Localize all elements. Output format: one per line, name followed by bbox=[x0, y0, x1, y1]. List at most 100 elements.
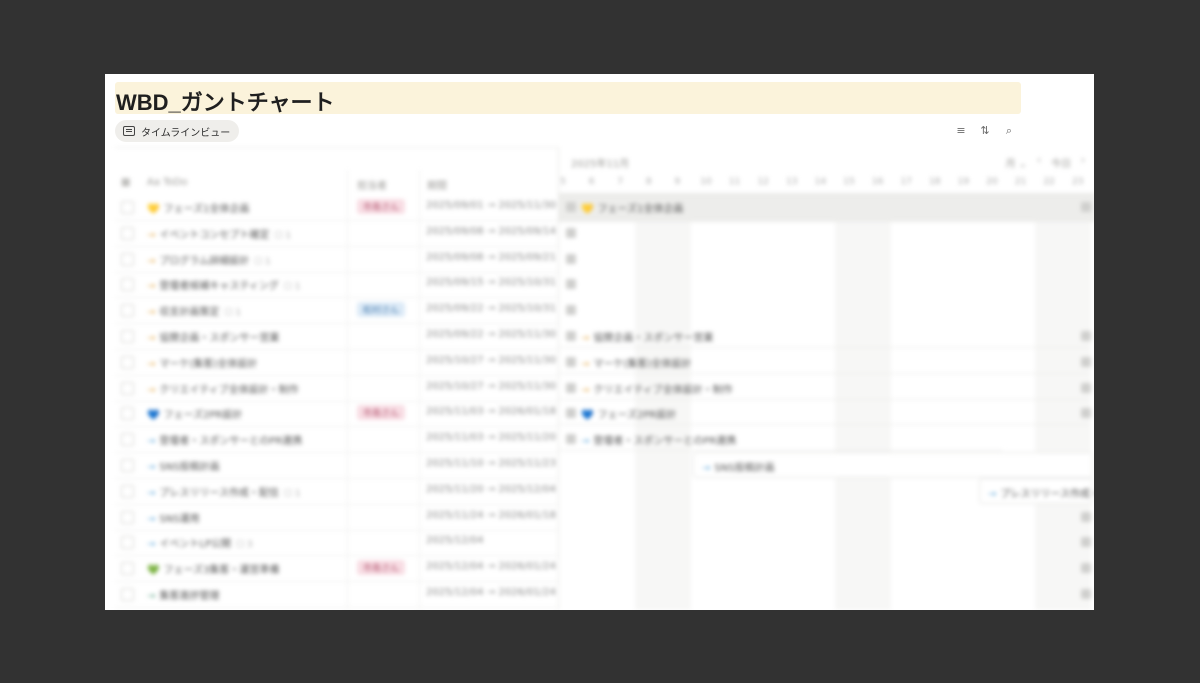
row-period[interactable]: 2025/11/24 → 2026/01/18 bbox=[426, 510, 556, 521]
open-page-icon[interactable] bbox=[1081, 589, 1091, 599]
open-page-icon[interactable] bbox=[1081, 511, 1091, 522]
row-period[interactable]: 2025/10/27 → 2025/11/30 bbox=[426, 355, 556, 366]
scale-dropdown[interactable]: 月 ⌄ bbox=[1005, 155, 1027, 170]
table-row[interactable]: → 収支計画策定 ☐ 1 松村さん 2025/09/22 → 2025/10/31 bbox=[115, 297, 558, 325]
row-checkbox[interactable] bbox=[121, 484, 134, 498]
table-row[interactable]: 💛 フェーズ1全体企画 市島さん 2025/09/01 → 2025/11/30 bbox=[115, 194, 558, 221]
row-title[interactable]: → SNS投稿計画 bbox=[147, 458, 220, 473]
row-period[interactable]: 2025/12/04 → 2026/01/24 bbox=[426, 587, 556, 598]
open-page-icon[interactable] bbox=[1081, 537, 1091, 548]
owner-tag[interactable]: 市島さん bbox=[357, 560, 406, 576]
row-title[interactable]: → プログラム詳細設計 ☐ 1 bbox=[147, 252, 271, 267]
row-period[interactable]: 2025/09/22 → 2025/11/30 bbox=[426, 329, 556, 340]
table-row[interactable]: → イベントコンセプト確定 ☐ 1 2025/09/08 → 2025/09/14 bbox=[115, 220, 558, 247]
row-title[interactable]: → 収支計画策定 ☐ 1 bbox=[147, 303, 241, 318]
open-page-icon[interactable] bbox=[1081, 356, 1091, 367]
table-row[interactable]: → 協賛企画・スポンサー営業 2025/09/22 → 2025/11/30 bbox=[115, 323, 558, 350]
row-period[interactable]: 2025/09/01 → 2025/11/30 bbox=[426, 200, 556, 211]
row-title[interactable]: → 登壇者候補キャスティング ☐ 1 bbox=[147, 277, 300, 292]
row-checkbox[interactable] bbox=[121, 201, 134, 214]
row-title[interactable]: → 登壇者・スポンサーとのPR連携 bbox=[147, 432, 302, 447]
row-checkbox[interactable] bbox=[121, 381, 134, 395]
next-button[interactable]: › bbox=[1081, 155, 1085, 170]
row-period[interactable]: 2025/09/08 → 2025/09/21 bbox=[426, 252, 556, 263]
table-row[interactable]: → プログラム詳細設計 ☐ 1 2025/09/08 → 2025/09/21 bbox=[115, 246, 558, 273]
open-page-icon[interactable] bbox=[566, 382, 576, 393]
row-period[interactable]: 2025/10/27 → 2025/11/30 bbox=[426, 381, 556, 392]
table-row[interactable]: → SNS運用 2025/11/24 → 2026/01/18 bbox=[115, 504, 558, 531]
prev-button[interactable]: ‹ bbox=[1037, 155, 1041, 170]
open-page-icon[interactable] bbox=[1081, 382, 1091, 393]
open-page-icon[interactable] bbox=[566, 253, 576, 264]
row-title[interactable]: 💙 フェーズ2PR設計 bbox=[147, 406, 242, 421]
today-button[interactable]: 今日 bbox=[1051, 155, 1071, 170]
row-checkbox[interactable] bbox=[121, 278, 134, 292]
row-checkbox[interactable] bbox=[121, 355, 134, 369]
row-period[interactable]: 2025/09/08 → 2025/09/14 bbox=[426, 226, 556, 237]
open-page-icon[interactable] bbox=[566, 356, 576, 367]
open-page-icon[interactable] bbox=[566, 279, 576, 290]
row-period[interactable]: 2025/11/03 → 2025/11/20 bbox=[426, 432, 556, 443]
page-title[interactable]: WBD_ガントチャート bbox=[116, 85, 335, 117]
row-checkbox[interactable] bbox=[121, 562, 134, 576]
row-title[interactable]: → マーケ(集客)全体設計 bbox=[147, 355, 257, 370]
row-title[interactable]: → 協賛企画・スポンサー営業 bbox=[147, 329, 279, 344]
row-checkbox[interactable] bbox=[121, 304, 134, 318]
open-page-icon[interactable] bbox=[566, 408, 576, 419]
row-checkbox[interactable] bbox=[121, 510, 134, 524]
row-checkbox[interactable] bbox=[121, 252, 134, 266]
column-header-period[interactable]: 期間 bbox=[427, 177, 447, 192]
timeline-bar[interactable]: →プレスリリース作成・配信 bbox=[979, 477, 1094, 504]
table-row[interactable]: 💚 フェーズ3集客・運営準備 市島さん 2025/12/04 → 2026/01/24 bbox=[115, 555, 558, 583]
open-page-icon[interactable] bbox=[1081, 563, 1091, 574]
owner-tag[interactable]: 市島さん bbox=[357, 405, 406, 421]
sort-icon[interactable]: ⇅ bbox=[978, 124, 992, 138]
row-title[interactable]: → イベントコンセプト確定 ☐ 1 bbox=[147, 226, 291, 241]
table-row[interactable]: → SNS投稿計画 2025/11/10 → 2025/11/23 bbox=[115, 452, 558, 479]
open-page-icon[interactable] bbox=[566, 305, 576, 316]
column-header-owner[interactable]: 担当者 bbox=[357, 177, 387, 192]
table-row[interactable]: → 登壇者候補キャスティング ☐ 1 2025/09/15 → 2025/10/31 bbox=[115, 271, 558, 299]
row-title[interactable]: → プレスリリース作成・配信 ☐ 1 bbox=[147, 484, 301, 499]
table-row[interactable]: → クリエイティブ全体設計・制作 2025/10/27 → 2025/11/30 bbox=[115, 375, 558, 402]
table-row[interactable]: → イベントLP公開 ☐ 3 2025/12/04 bbox=[115, 529, 558, 557]
open-page-icon[interactable] bbox=[1081, 331, 1091, 341]
owner-tag[interactable]: 松村さん bbox=[357, 302, 406, 318]
row-title[interactable]: 💚 フェーズ3集客・運営準備 bbox=[147, 561, 279, 576]
row-checkbox[interactable] bbox=[121, 407, 134, 421]
row-period[interactable]: 2025/12/04 → 2026/01/24 bbox=[426, 561, 556, 572]
select-all-checkbox[interactable]: ▦ bbox=[121, 177, 130, 188]
owner-tag[interactable]: 市島さん bbox=[357, 199, 406, 214]
open-page-icon[interactable] bbox=[1081, 408, 1091, 419]
table-row[interactable]: → 登壇者・スポンサーとのPR連携 2025/11/03 → 2025/11/20 bbox=[115, 426, 558, 454]
table-row[interactable]: → プレスリリース作成・配信 ☐ 1 2025/11/20 → 2025/12/04 bbox=[115, 478, 558, 505]
row-title[interactable]: → SNS運用 bbox=[147, 510, 200, 525]
row-period[interactable]: 2025/11/10 → 2025/11/23 bbox=[426, 458, 556, 469]
table-row[interactable]: 💙 フェーズ2PR設計 市島さん 2025/11/03 → 2026/01/18 bbox=[115, 400, 558, 428]
row-period[interactable]: 2025/09/22 → 2025/10/31 bbox=[426, 303, 556, 314]
row-title[interactable]: → 集客進捗管理 bbox=[147, 587, 219, 602]
open-page-icon[interactable] bbox=[566, 434, 576, 445]
row-title[interactable]: → イベントLP公開 ☐ 3 bbox=[147, 535, 253, 550]
row-checkbox[interactable] bbox=[121, 226, 134, 240]
table-row[interactable]: → マーケ(集客)全体設計 2025/10/27 → 2025/11/30 bbox=[115, 349, 558, 376]
table-row[interactable]: → 集客進捗管理 2025/12/04 → 2026/01/24 bbox=[115, 581, 558, 608]
row-title[interactable]: 💛 フェーズ1全体企画 bbox=[147, 200, 249, 215]
open-page-icon[interactable] bbox=[566, 227, 576, 238]
row-period[interactable]: 2025/11/03 → 2026/01/18 bbox=[426, 406, 556, 417]
row-period[interactable]: 2025/09/15 → 2025/10/31 bbox=[426, 277, 556, 288]
timeline-bar[interactable]: → SNS投稿計画 bbox=[693, 452, 1093, 478]
open-page-icon[interactable] bbox=[566, 202, 576, 212]
column-header-name[interactable]: Aa ToDo bbox=[147, 177, 188, 188]
row-checkbox[interactable] bbox=[121, 330, 134, 343]
row-period[interactable]: 2025/11/20 → 2025/12/04 bbox=[426, 484, 556, 495]
row-checkbox[interactable] bbox=[121, 536, 134, 550]
row-title[interactable]: → クリエイティブ全体設計・制作 bbox=[147, 381, 299, 396]
view-tab-timeline[interactable]: タイムラインビュー bbox=[115, 120, 240, 142]
row-checkbox[interactable] bbox=[121, 588, 134, 601]
row-period[interactable]: 2025/12/04 bbox=[426, 535, 484, 546]
search-icon[interactable]: ⌕ bbox=[1002, 124, 1016, 138]
row-checkbox[interactable] bbox=[121, 459, 134, 472]
filter-icon[interactable]: ≡ bbox=[954, 124, 968, 138]
row-checkbox[interactable] bbox=[121, 433, 134, 447]
